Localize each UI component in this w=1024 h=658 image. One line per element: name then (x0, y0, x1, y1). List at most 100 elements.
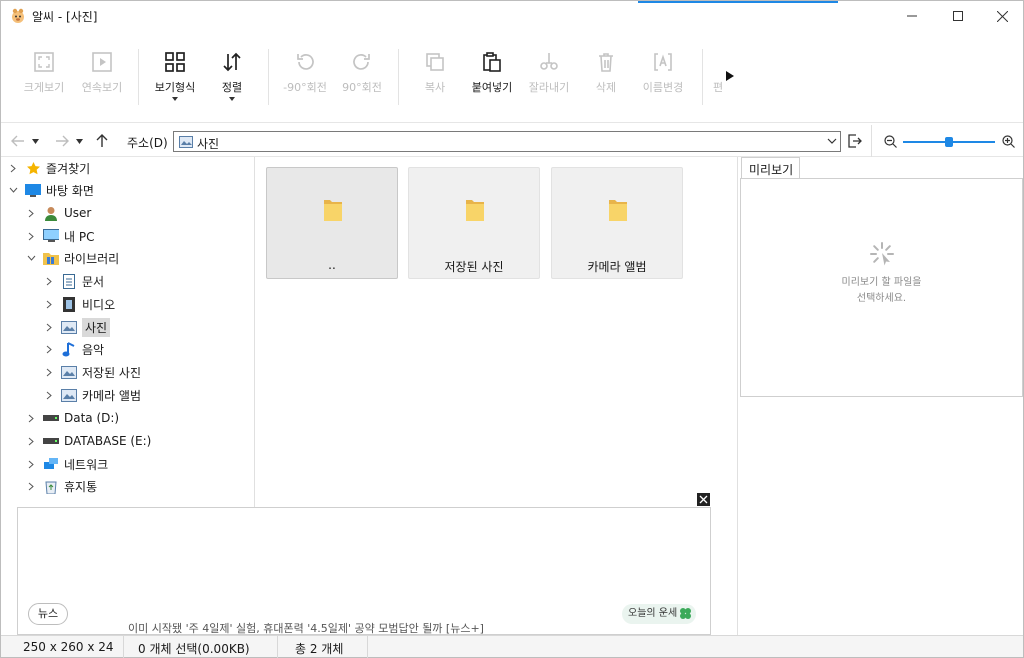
slideshow-button[interactable]: 연속보기 (67, 51, 137, 95)
forward-button[interactable] (53, 132, 71, 150)
news-banner: 뉴스 이미 시작됐 '주 4일제' 실험, 휴대폰력 '4.5일제' 공약 모범… (17, 507, 711, 635)
folder-tile-parent[interactable]: .. (266, 167, 398, 279)
tree-item-label: 카메라 앨범 (82, 388, 142, 403)
zoom-out-icon (883, 134, 897, 148)
minimize-button[interactable] (889, 1, 935, 31)
tree-item-recycle-bin[interactable]: 휴지통 (25, 476, 97, 496)
alsee-app-icon (12, 8, 24, 23)
chevron-right-icon[interactable] (43, 321, 55, 333)
folder-tile-camera-roll[interactable]: 카메라 앨범 (551, 167, 683, 279)
tree-item-label: 사진 (82, 317, 111, 337)
fortune-button[interactable]: 오늘의 운세 (622, 604, 696, 624)
address-bar: 주소(D) 사진 (1, 125, 1023, 157)
tree-item-my-pc[interactable]: 내 PC (25, 226, 94, 246)
chevron-down-icon[interactable] (25, 252, 37, 264)
chevron-down-icon[interactable] (827, 136, 837, 146)
tree-item-library[interactable]: 라이브러리 (25, 248, 119, 268)
sort-icon (223, 52, 241, 72)
sort-button[interactable]: 정렬 (197, 51, 267, 101)
folder-name: .. (328, 258, 336, 272)
news-headline[interactable]: 이미 시작됐 '주 4일제' 실험, 휴대폰력 '4.5일제' 공약 모범답안 … (128, 620, 484, 634)
close-button[interactable] (979, 1, 1024, 31)
chevron-right-icon[interactable] (25, 412, 37, 424)
pc-icon (43, 228, 59, 244)
back-button[interactable] (9, 132, 27, 150)
chevron-right-icon[interactable] (7, 162, 19, 174)
address-label: 주소(D) (127, 136, 168, 150)
zoom-out-button[interactable] (881, 132, 899, 150)
tab-preview[interactable]: 미리보기 (741, 157, 800, 179)
star-icon (25, 160, 41, 176)
tree-item-music[interactable]: 음악 (43, 339, 104, 359)
tree-item-label: 내 PC (64, 229, 95, 244)
window-title: 알씨 - [사진] (32, 10, 98, 24)
tree-item-label: 라이브러리 (64, 251, 120, 266)
rename-button[interactable]: 이름변경 (628, 51, 698, 95)
grid-icon (165, 52, 185, 72)
chevron-right-icon[interactable] (25, 230, 37, 242)
total-count: 총 2 개체 (295, 642, 344, 656)
sort-label: 정렬 (221, 81, 243, 94)
address-input[interactable]: 사진 (173, 131, 841, 152)
chevron-right-icon[interactable] (43, 389, 55, 401)
arrow-right-icon (56, 135, 69, 147)
go-button[interactable] (846, 132, 864, 150)
tree-item-saved-pictures[interactable]: 저장된 사진 (43, 362, 141, 382)
tree-item-label: 휴지통 (64, 479, 98, 494)
up-button[interactable] (93, 132, 111, 150)
close-icon (699, 495, 708, 504)
back-history-dropdown[interactable] (29, 132, 41, 150)
preview-message: 미리보기 할 파일을 선택하세요. (741, 275, 1022, 307)
chevron-right-icon[interactable] (43, 275, 55, 287)
tree-item-drive-d[interactable]: Data (D:) (25, 408, 119, 428)
news-button[interactable]: 뉴스 (28, 603, 68, 625)
address-value: 사진 (197, 137, 220, 151)
folder-tile-saved-pictures[interactable]: 저장된 사진 (408, 167, 540, 279)
cut-icon (540, 53, 558, 70)
chevron-down-icon (31, 138, 39, 144)
tree-item-desktop[interactable]: 바탕 화면 (7, 180, 94, 200)
selection-status: 0 개체 선택(0.00KB) (138, 642, 250, 656)
tree-item-pictures[interactable]: 사진 (43, 317, 111, 337)
folder-icon (609, 200, 627, 221)
tree-item-video[interactable]: 비디오 (43, 294, 115, 314)
paste-icon (483, 52, 501, 72)
title-bar: 알씨 - [사진] (1, 1, 1023, 31)
zoom-slider-thumb[interactable] (945, 137, 953, 147)
maximize-icon (953, 11, 963, 21)
chevron-down-icon[interactable] (7, 184, 19, 196)
toolbar-separator (138, 49, 139, 105)
tree-item-label: 즐겨찾기 (46, 161, 91, 176)
chevron-right-icon[interactable] (25, 435, 37, 447)
tree-item-favorites[interactable]: 즐겨찾기 (7, 158, 90, 178)
chevron-right-icon[interactable] (25, 480, 37, 492)
document-icon (61, 273, 77, 289)
chevron-right-icon[interactable] (25, 207, 37, 219)
drive-icon (43, 433, 59, 449)
preview-message-line2: 선택하세요. (856, 293, 907, 304)
chevron-right-icon[interactable] (43, 366, 55, 378)
more-arrow-icon[interactable] (726, 71, 734, 81)
desktop-icon (25, 182, 41, 198)
tree-item-documents[interactable]: 문서 (43, 271, 104, 291)
trash-icon (599, 53, 613, 72)
tree-item-network[interactable]: 네트워크 (25, 454, 108, 474)
music-icon (61, 341, 77, 357)
chevron-right-icon[interactable] (43, 298, 55, 310)
zoom-in-button[interactable] (999, 132, 1017, 150)
forward-history-dropdown[interactable] (73, 132, 85, 150)
folder-name: 저장된 사진 (444, 260, 504, 274)
tree-item-drive-e[interactable]: DATABASE (E:) (25, 431, 151, 451)
pane-divider[interactable] (737, 157, 738, 635)
tree-item-camera-roll[interactable]: 카메라 앨범 (43, 385, 141, 405)
chevron-right-icon[interactable] (43, 343, 55, 355)
tree-item-user[interactable]: User (25, 203, 91, 223)
ad-close-button[interactable] (697, 493, 710, 506)
rotate-right-button[interactable]: 90°회전 (327, 51, 397, 95)
rotate-left-icon (297, 54, 314, 70)
chevron-right-icon[interactable] (25, 458, 37, 470)
maximize-button[interactable] (935, 1, 981, 31)
slideshow-label: 연속보기 (81, 81, 123, 94)
rename-icon (654, 53, 672, 71)
copy-icon (426, 53, 444, 71)
